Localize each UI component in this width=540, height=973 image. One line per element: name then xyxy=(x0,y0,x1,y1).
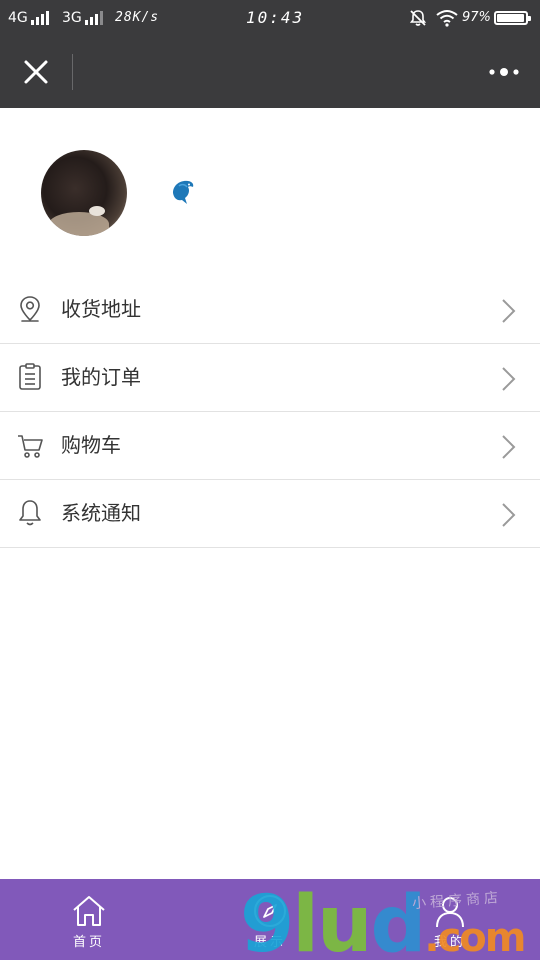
user-icon xyxy=(436,897,464,928)
dolphin-icon xyxy=(173,180,194,204)
nav-label: 我的 xyxy=(433,935,466,950)
menu-item-label: 我的订单 xyxy=(61,365,141,389)
menu-item-notifications[interactable]: 系统通知 xyxy=(0,480,540,548)
clipboard-list-icon xyxy=(19,363,41,390)
nav-label: 首页 xyxy=(72,935,105,950)
chevron-right-icon xyxy=(502,503,516,527)
network-3g: 3G xyxy=(62,0,103,36)
location-pin-icon xyxy=(20,296,40,322)
title-divider xyxy=(72,54,73,90)
menu-item-address[interactable]: 收货地址 xyxy=(0,276,540,344)
bell-icon xyxy=(19,500,41,526)
more-options-button[interactable] xyxy=(482,50,526,94)
menu-item-label: 购物车 xyxy=(61,433,121,457)
network-4g: 4G xyxy=(8,0,49,36)
signal-icon xyxy=(84,11,103,25)
nav-item-mine[interactable]: 我的 xyxy=(390,879,510,960)
menu-list: 收货地址 我的订单 购物车 系统通知 xyxy=(0,276,540,548)
status-bar: 4G 3G 28K/s 10:43 97% xyxy=(0,0,540,36)
nav-item-home[interactable]: 首页 xyxy=(29,879,149,960)
chevron-right-icon xyxy=(502,299,516,323)
network-3g-label: 3G xyxy=(62,10,82,26)
clock: 10:43 xyxy=(246,8,305,27)
home-icon xyxy=(73,896,105,926)
menu-item-orders[interactable]: 我的订单 xyxy=(0,344,540,412)
bottom-nav: 首页 展示 我的 xyxy=(0,879,540,960)
close-button[interactable] xyxy=(14,50,58,94)
compass-icon xyxy=(254,895,286,927)
chevron-right-icon xyxy=(502,367,516,391)
more-dots-icon xyxy=(489,68,519,76)
mute-bell-icon xyxy=(408,0,428,36)
close-icon xyxy=(24,60,48,84)
nav-label: 展示 xyxy=(253,935,286,950)
battery-icon xyxy=(494,0,531,36)
profile-header xyxy=(0,108,540,268)
chevron-right-icon xyxy=(502,435,516,459)
wifi-icon xyxy=(435,0,459,36)
signal-icon xyxy=(30,11,49,25)
battery-percent: 97% xyxy=(462,10,491,25)
menu-item-label: 收货地址 xyxy=(61,297,141,321)
avatar[interactable] xyxy=(41,150,127,236)
menu-item-label: 系统通知 xyxy=(61,501,141,525)
title-bar xyxy=(0,36,540,108)
cart-icon xyxy=(18,435,43,458)
network-4g-label: 4G xyxy=(8,10,28,26)
nav-item-showcase[interactable]: 展示 xyxy=(210,879,330,960)
menu-item-cart[interactable]: 购物车 xyxy=(0,412,540,480)
network-speed: 28K/s xyxy=(115,10,160,25)
